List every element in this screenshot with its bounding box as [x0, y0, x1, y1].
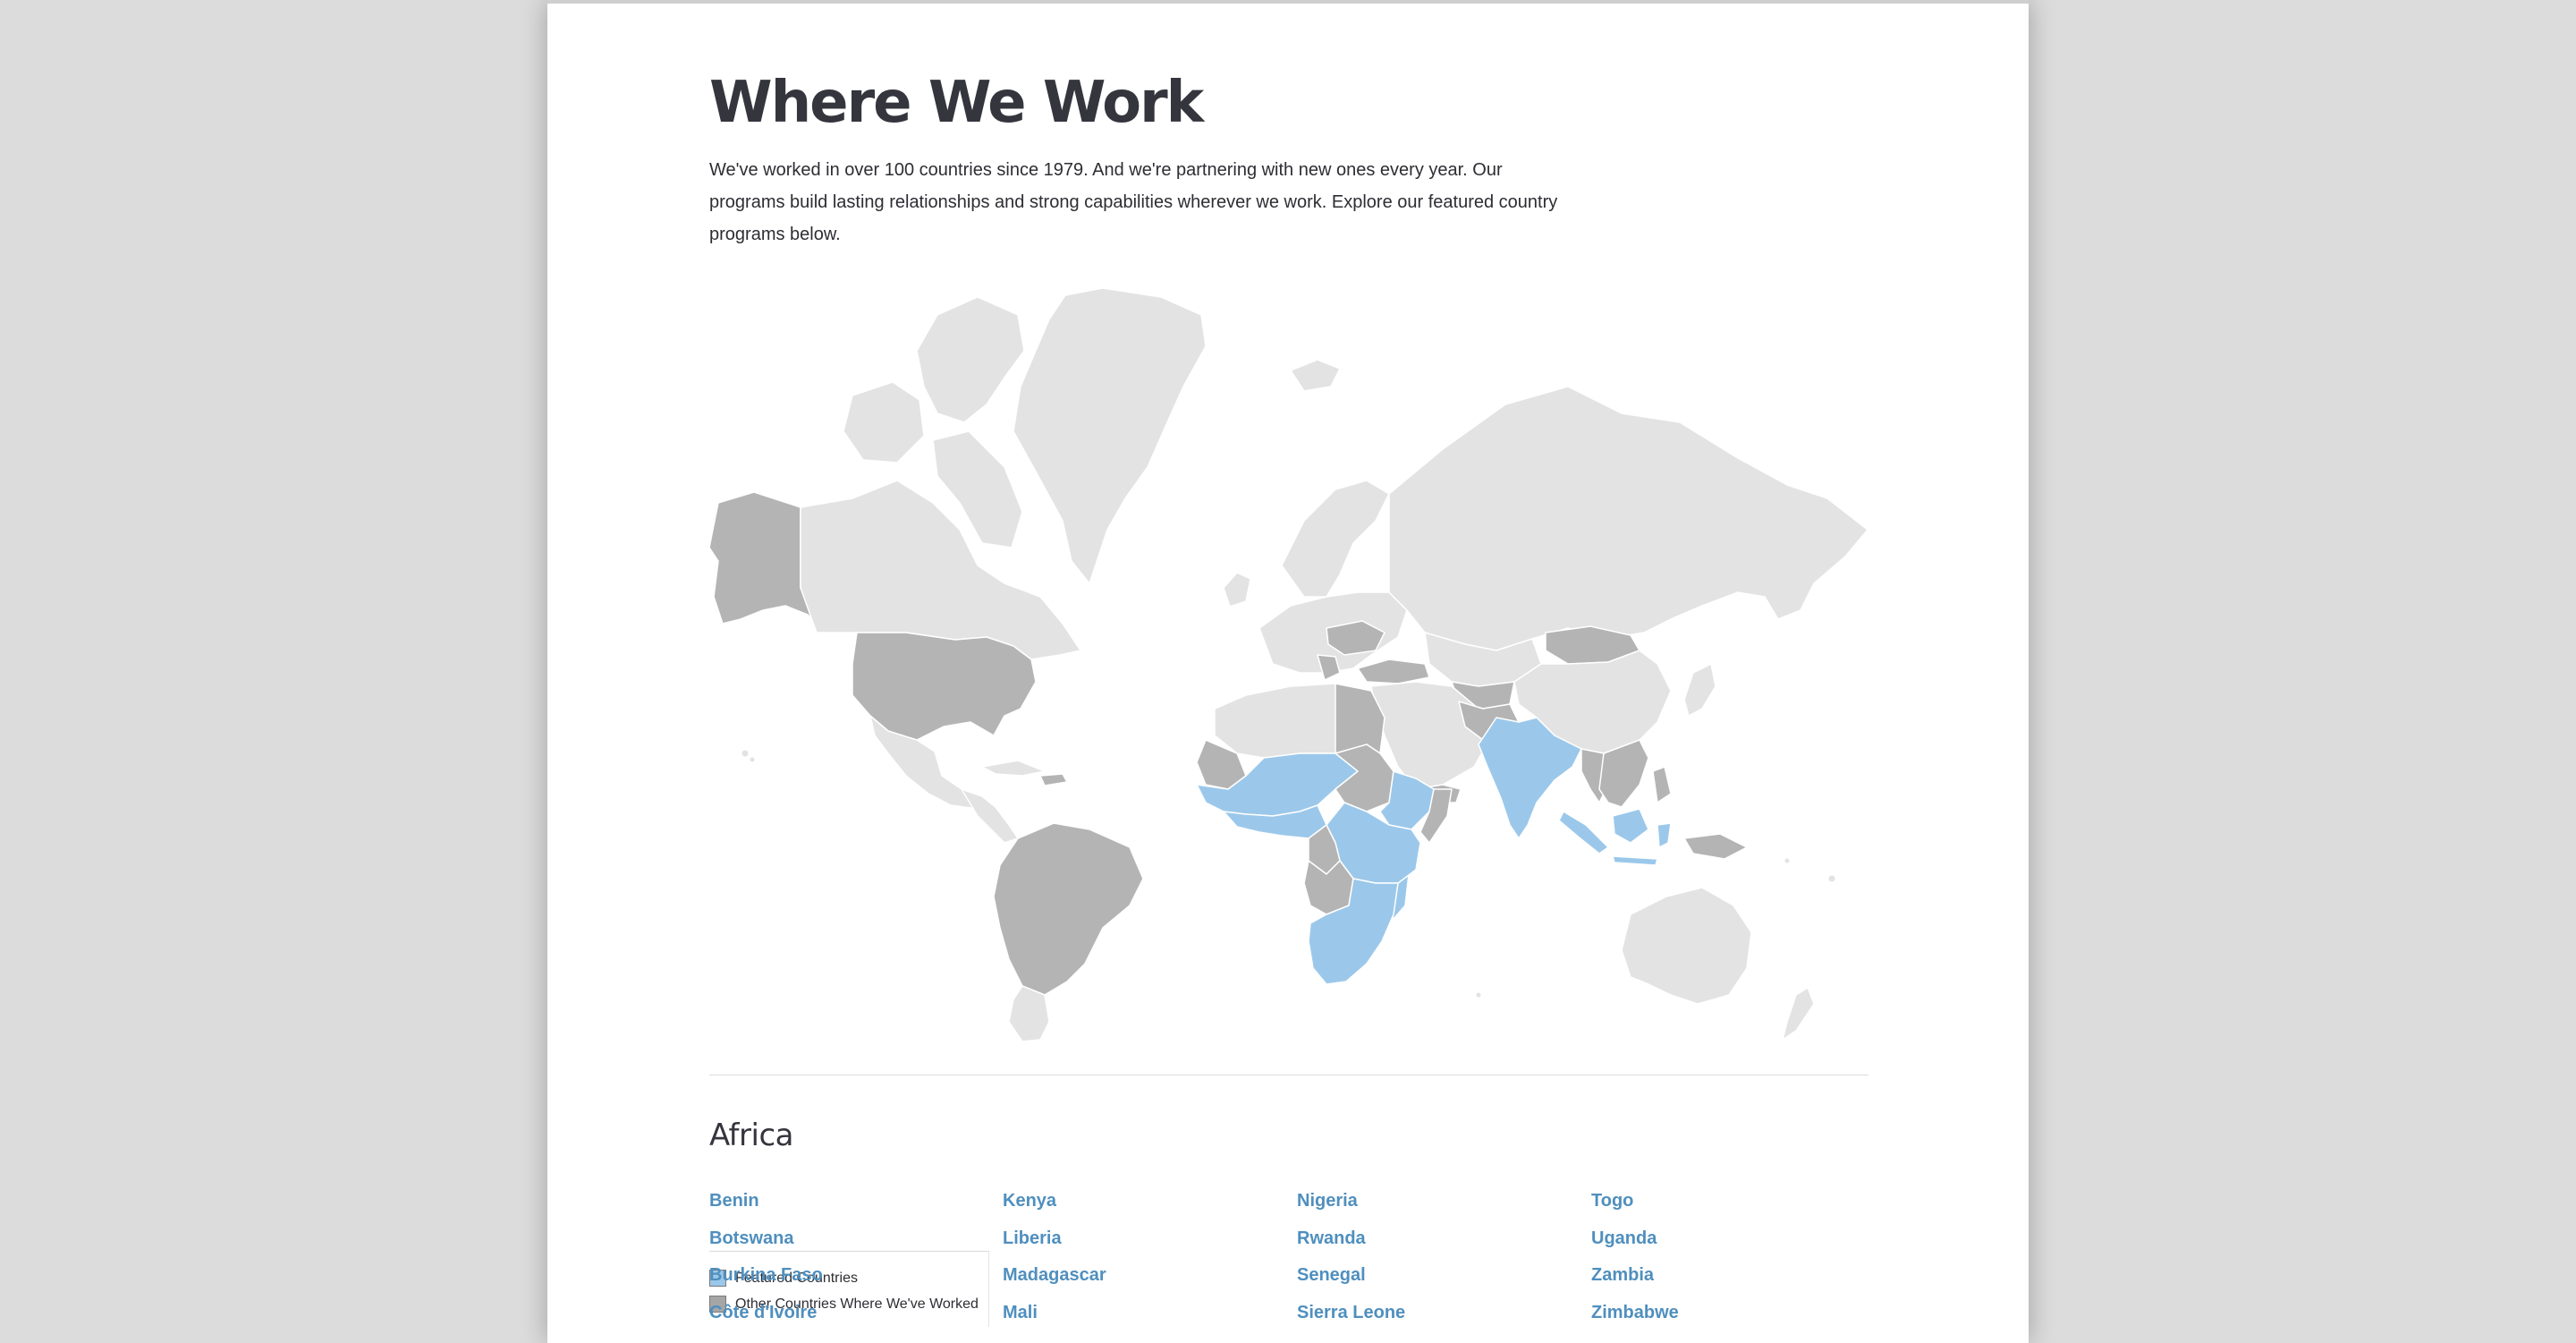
region-central-america[interactable]	[961, 788, 1019, 844]
region-russia[interactable]	[1388, 386, 1868, 651]
region-papua[interactable]	[1683, 833, 1748, 860]
world-map[interactable]: Featured Countries Other Countries Where…	[709, 288, 1868, 1327]
top-bar	[547, 0, 2029, 4]
region-hispaniola[interactable]	[1039, 773, 1068, 786]
country-link[interactable]: Nigeria	[1297, 1185, 1565, 1222]
country-link[interactable]: Madagascar	[1003, 1259, 1271, 1296]
country-link[interactable]: Senegal	[1297, 1259, 1565, 1296]
country-column-4: Togo Uganda Zambia Zimbabwe	[1591, 1185, 1860, 1333]
region-new-zealand[interactable]	[1782, 987, 1815, 1041]
country-column-3: Nigeria Rwanda Senegal Sierra Leone	[1297, 1185, 1565, 1333]
region-sulawesi[interactable]	[1657, 822, 1672, 848]
region-scandinavia[interactable]	[1281, 480, 1390, 598]
country-link[interactable]: Benin	[709, 1185, 978, 1222]
region-balkans[interactable]	[1317, 654, 1341, 681]
region-south-cone[interactable]	[1008, 985, 1050, 1041]
region-pacific-islands-2[interactable]	[1784, 857, 1791, 864]
region-arctic-islands[interactable]	[916, 296, 1025, 423]
region-uk[interactable]	[1223, 572, 1251, 608]
region-atlantic-island[interactable]	[1475, 991, 1482, 999]
country-link[interactable]: Togo	[1591, 1185, 1860, 1222]
region-philippines[interactable]	[1652, 766, 1672, 803]
region-sumatra[interactable]	[1558, 811, 1609, 854]
region-heading: Africa	[709, 1118, 793, 1153]
country-link[interactable]: Rwanda	[1297, 1222, 1565, 1260]
region-greenland[interactable]	[1013, 288, 1207, 584]
region-australia[interactable]	[1621, 887, 1752, 1005]
region-hawaii-2[interactable]	[749, 756, 756, 763]
country-link[interactable]: Burkina Faso	[709, 1259, 978, 1296]
country-link[interactable]: Liberia	[1003, 1222, 1271, 1260]
region-arctic-islands-west[interactable]	[843, 381, 925, 463]
country-column-2: Kenya Liberia Madagascar Mali	[1003, 1185, 1271, 1333]
intro-paragraph: We've worked in over 100 countries since…	[709, 160, 1558, 244]
country-link[interactable]: Zambia	[1591, 1259, 1860, 1296]
country-link[interactable]: Botswana	[709, 1222, 978, 1260]
country-link[interactable]: Mali	[1003, 1296, 1271, 1334]
region-turkey[interactable]	[1357, 659, 1430, 684]
region-japan[interactable]	[1683, 663, 1716, 717]
country-link[interactable]: Sierra Leone	[1297, 1296, 1565, 1334]
region-hawaii[interactable]	[741, 749, 750, 758]
country-link[interactable]: Côte d'Ivoire	[709, 1296, 978, 1334]
region-borneo[interactable]	[1612, 808, 1649, 844]
country-column-1: Benin Botswana Burkina Faso Côte d'Ivoir…	[709, 1185, 978, 1333]
region-canada[interactable]	[800, 480, 1081, 660]
page-card: Where We Work We've worked in over 100 c…	[547, 0, 2029, 1343]
region-java[interactable]	[1612, 855, 1658, 866]
page-title: Where We Work	[709, 70, 1204, 136]
country-link[interactable]: Uganda	[1591, 1222, 1860, 1260]
region-south-america[interactable]	[993, 822, 1144, 996]
region-cuba[interactable]	[981, 760, 1046, 777]
country-link[interactable]: Kenya	[1003, 1185, 1271, 1222]
region-pacific-islands[interactable]	[1827, 874, 1836, 883]
region-iceland[interactable]	[1290, 359, 1341, 392]
world-map-svg[interactable]	[709, 288, 1868, 1041]
country-link[interactable]: Zimbabwe	[1591, 1296, 1860, 1334]
